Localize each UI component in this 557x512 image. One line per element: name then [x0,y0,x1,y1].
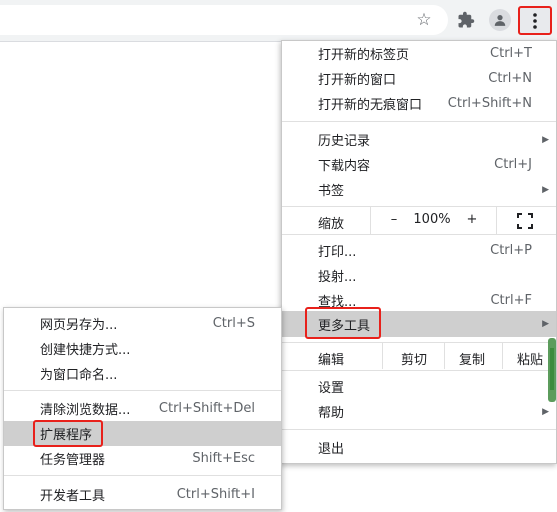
chrome-main-menu: 打开新的标签页 Ctrl+T 打开新的窗口 Ctrl+N 打开新的无痕窗口 Ct… [281,40,557,464]
menu-item-label: 书签 [318,184,345,199]
menu-item-label: 任务管理器 [40,453,106,468]
menu-item-shortcut: Ctrl+S [212,316,255,331]
menu-item-label: 清除浏览数据... [40,403,131,418]
menu-item-label: 打开新的窗口 [318,73,397,88]
menu-item-label: 为窗口命名... [40,368,118,383]
edit-divider [382,343,383,369]
address-bar[interactable] [0,5,448,35]
star-icon[interactable]: ☆ [414,10,434,30]
cut-button[interactable]: 剪切 [401,349,427,368]
zoom-label: 缩放 [318,217,345,232]
zoom-row: 缩放 – 100% + [282,207,556,234]
puzzle-icon [458,11,475,28]
extensions-button[interactable] [454,8,478,32]
submenu-item-clear-data[interactable]: 清除浏览数据... Ctrl+Shift+Del [4,396,281,421]
menu-item-label: 下载内容 [318,159,371,174]
submenu-item-name-window[interactable]: 为窗口命名... [4,361,281,386]
copy-button[interactable]: 复制 [459,349,485,368]
menu-item-label: 创建快捷方式... [40,343,131,358]
zoom-divider [496,207,497,234]
menu-item-label: 历史记录 [318,134,371,149]
menu-item-label: 投射... [318,270,357,285]
submenu-item-create-shortcut[interactable]: 创建快捷方式... [4,336,281,361]
submenu-arrow-icon: ▶ [542,134,549,145]
menu-divider [282,234,556,235]
menu-item-shortcut: Ctrl+T [490,46,532,61]
menu-divider [282,370,556,371]
highlight-box-more-tools [305,307,381,339]
highlight-box-extensions [33,420,103,447]
menu-item-bookmarks[interactable]: 书签 ▶ [282,177,556,202]
menu-item-label: 网页另存为... [40,318,118,333]
menu-item-print[interactable]: 打印... Ctrl+P [282,238,556,263]
edit-divider [502,343,503,369]
menu-divider [4,390,281,391]
menu-item-history[interactable]: 历史记录 ▶ [282,127,556,152]
menu-item-label: 打开新的无痕窗口 [318,98,423,113]
menu-divider [282,429,556,430]
menu-divider [4,475,281,476]
more-tools-submenu: 网页另存为... Ctrl+S 创建快捷方式... 为窗口命名... 清除浏览数… [3,307,282,510]
menu-item-shortcut: Ctrl+Shift+I [176,487,255,502]
submenu-item-task-manager[interactable]: 任务管理器 Shift+Esc [4,446,281,471]
profile-icon [489,9,511,31]
menu-item-cast[interactable]: 投射... [282,263,556,288]
menu-item-new-window[interactable]: 打开新的窗口 Ctrl+N [282,66,556,91]
profile-button[interactable] [488,8,512,32]
menu-item-label: 设置 [318,381,345,396]
customize-menu-button[interactable] [518,6,552,35]
submenu-arrow-icon: ▶ [542,184,549,195]
menu-item-label: 开发者工具 [40,489,106,504]
menu-item-new-tab[interactable]: 打开新的标签页 Ctrl+T [282,41,556,66]
menu-item-help[interactable]: 帮助 ▶ [282,399,556,424]
menu-item-exit[interactable]: 退出 [282,435,556,460]
menu-item-label: 打印... [318,245,357,260]
menu-divider [282,121,556,122]
menu-item-shortcut: Shift+Esc [192,451,255,466]
scrollbar-thumb[interactable] [548,338,556,402]
zoom-out-button[interactable]: – [387,212,401,227]
zoom-divider [370,207,371,234]
more-vert-icon [533,12,537,29]
menu-item-shortcut: Ctrl+Shift+Del [158,401,255,416]
zoom-in-button[interactable]: + [465,212,479,227]
browser-toolbar: ☆ [0,0,557,42]
menu-item-shortcut: Ctrl+F [490,293,532,308]
edit-row: 编辑 剪切 复制 粘贴 [282,343,556,369]
fullscreen-icon[interactable] [517,213,533,229]
menu-item-shortcut: Ctrl+J [494,157,532,172]
paste-button[interactable]: 粘贴 [517,349,543,368]
menu-item-shortcut: Ctrl+P [490,243,532,258]
menu-item-shortcut: Ctrl+Shift+N [447,96,532,111]
menu-item-label: 打开新的标签页 [318,48,410,63]
submenu-arrow-icon: ▶ [542,406,549,417]
submenu-item-dev-tools[interactable]: 开发者工具 Ctrl+Shift+I [4,482,281,507]
menu-item-new-incognito[interactable]: 打开新的无痕窗口 Ctrl+Shift+N [282,91,556,116]
menu-item-label: 退出 [318,442,345,457]
submenu-item-save-page[interactable]: 网页另存为... Ctrl+S [4,311,281,336]
menu-item-settings[interactable]: 设置 [282,374,556,399]
submenu-arrow-icon: ▶ [542,319,549,329]
zoom-value: 100% [413,212,451,227]
menu-item-label: 帮助 [318,406,345,421]
edit-label: 编辑 [318,353,345,368]
menu-item-downloads[interactable]: 下载内容 Ctrl+J [282,152,556,177]
menu-item-shortcut: Ctrl+N [488,71,532,86]
edit-divider [444,343,445,369]
